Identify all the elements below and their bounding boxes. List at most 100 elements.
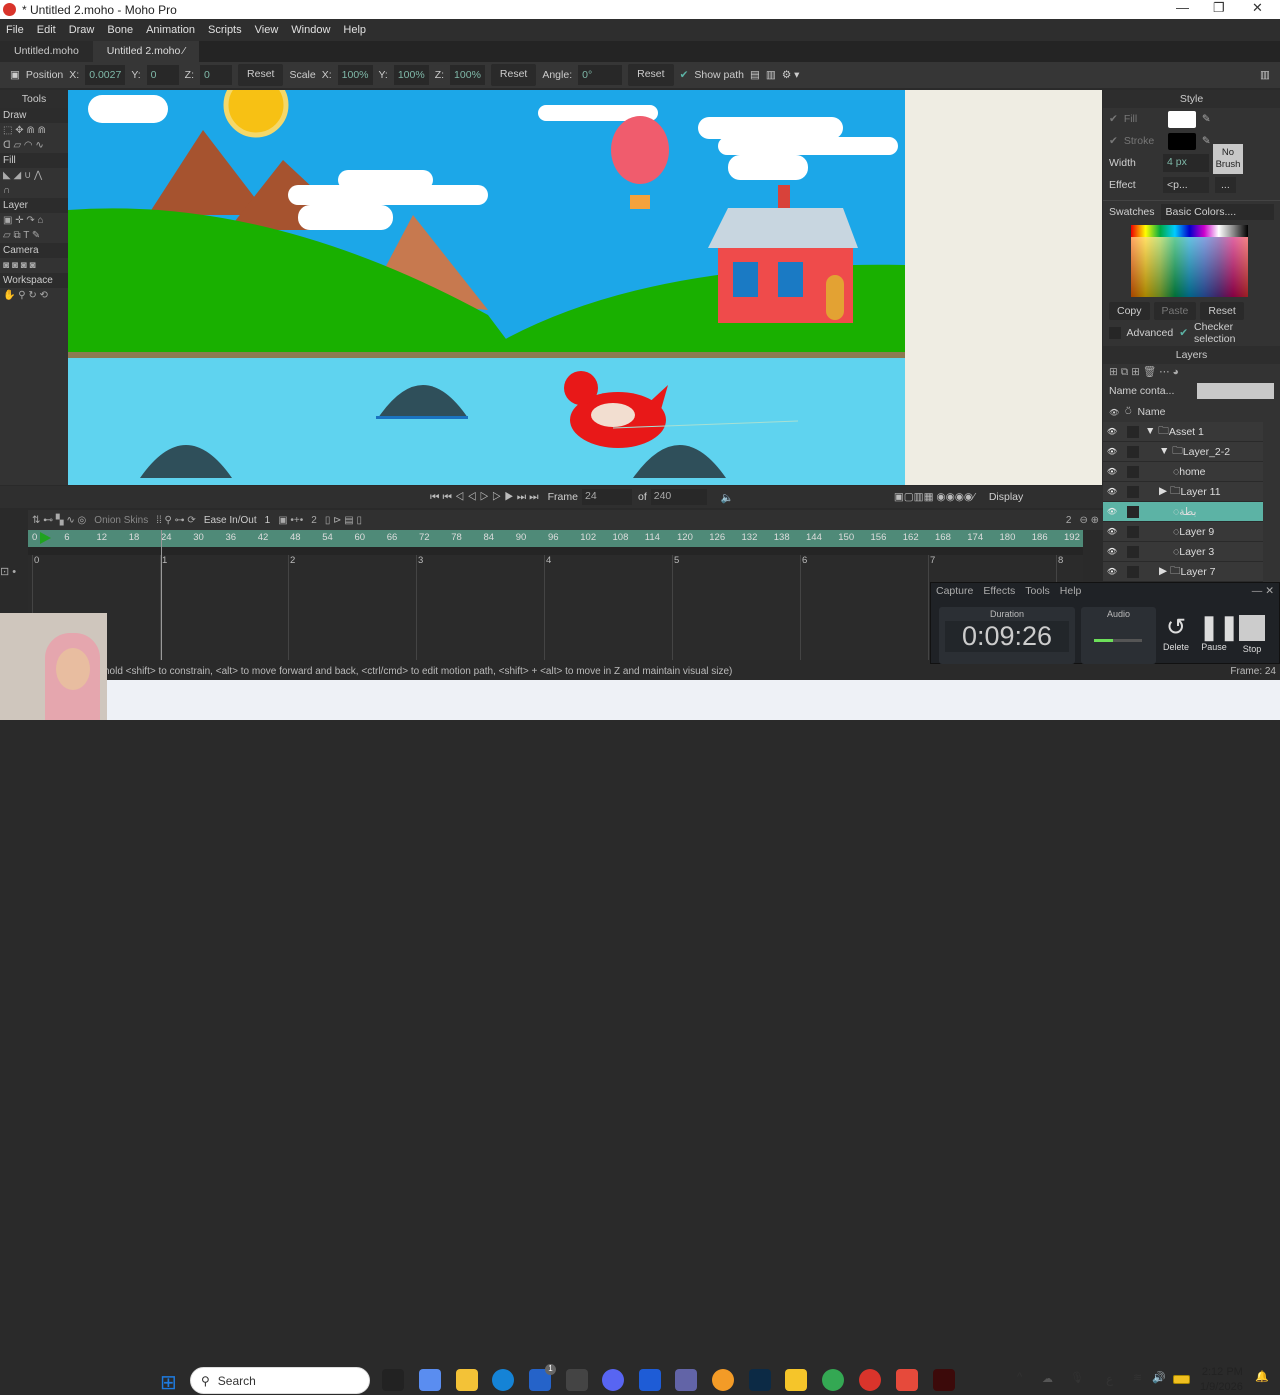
scene-canvas[interactable]: [68, 72, 905, 485]
recorder-menu-tools[interactable]: Tools: [1025, 585, 1050, 597]
panel-toggle-icon[interactable]: ▥: [1260, 69, 1270, 81]
scale-reset-button[interactable]: Reset: [490, 64, 537, 86]
reset-style-button[interactable]: Reset: [1200, 302, 1244, 320]
copy-swatch-button[interactable]: Copy: [1109, 302, 1150, 320]
zoom-icons[interactable]: ⊖ ⊕: [1079, 515, 1099, 526]
layer-checkbox[interactable]: [1127, 545, 1139, 558]
layer-expand-icon[interactable]: ▼ 🗀: [1145, 423, 1169, 441]
draw-tools-2[interactable]: ᗡ ▱ ◠ ∿: [0, 138, 68, 153]
file-explorer-icon[interactable]: [456, 1369, 478, 1391]
current-frame-line[interactable]: [161, 530, 162, 660]
menu-draw[interactable]: Draw: [69, 24, 95, 36]
visibility-icon[interactable]: 👁: [1103, 467, 1121, 476]
stop-icon[interactable]: [1239, 615, 1265, 641]
onion-skins-dropdown[interactable]: Onion Skins: [94, 515, 148, 526]
minimize-button[interactable]: —: [1176, 0, 1189, 15]
layer-row[interactable]: 👁 ◌ Layer 9: [1103, 522, 1263, 542]
frame-ruler[interactable]: 0 6 12 18 24 30 36 42 48 54 60 66 72 78 84 90 96 102 108 11…: [28, 530, 1083, 547]
visibility-icon[interactable]: 👁: [1103, 427, 1121, 436]
layer-filter-dropdown[interactable]: Name conta...: [1109, 385, 1191, 397]
close-button[interactable]: ✕: [1252, 0, 1263, 16]
layer-expand-icon[interactable]: ▶ 🗀: [1145, 483, 1181, 501]
menu-animation[interactable]: Animation: [146, 24, 195, 36]
keys-value[interactable]: 2: [311, 515, 317, 526]
playhead-marker[interactable]: [40, 532, 51, 544]
delete-button[interactable]: Delete: [1161, 642, 1191, 652]
position-y-input[interactable]: 0: [146, 65, 179, 85]
camera-tools[interactable]: ◙ ◙ ◙ ◙: [0, 258, 68, 273]
visibility-icon[interactable]: 👁: [1103, 447, 1121, 456]
scale-z-input[interactable]: 100%: [450, 65, 485, 85]
layer-checkbox[interactable]: [1127, 465, 1139, 478]
recorder-menu-effects[interactable]: Effects: [983, 585, 1015, 597]
wifi-icon[interactable]: ≋: [1133, 1371, 1142, 1384]
tab-untitled[interactable]: Untitled.moho: [0, 41, 93, 62]
layer-row[interactable]: 👁 ▼ 🗀 Asset 1: [1103, 422, 1263, 442]
layer-row[interactable]: 👁 ▶ 🗀 Layer 7: [1103, 562, 1263, 582]
view-mode-icons[interactable]: ▣▢▥▦ ◉◉◉◉⁄: [894, 491, 975, 503]
layer-row[interactable]: 👁 ▶ 🗀 Layer 11: [1103, 482, 1263, 502]
unity-icon[interactable]: [566, 1369, 588, 1391]
layer-expand-icon[interactable]: ▶ 🗀: [1145, 563, 1181, 581]
visibility-icon[interactable]: 👁: [1103, 487, 1121, 496]
layer-row[interactable]: 👁 ◌ بطة: [1103, 502, 1263, 522]
page-icon[interactable]: ▤: [750, 69, 760, 81]
menu-bone[interactable]: Bone: [107, 24, 133, 36]
position-reset-button[interactable]: Reset: [238, 64, 284, 86]
audio-level-meter[interactable]: [1094, 639, 1142, 642]
layer-expand-icon[interactable]: ◌: [1145, 466, 1179, 478]
microphone-icon[interactable]: 🎙: [1070, 1371, 1084, 1384]
visibility-icon[interactable]: 👁: [1103, 507, 1121, 516]
notifications-icon[interactable]: 🔔: [1255, 1370, 1269, 1383]
fill-color-swatch[interactable]: [1167, 110, 1196, 128]
teams-icon[interactable]: [675, 1369, 697, 1391]
recorder-menu-capture[interactable]: Capture: [936, 585, 973, 597]
sticky-notes-icon[interactable]: [785, 1369, 807, 1391]
effect-more-button[interactable]: ...: [1215, 177, 1236, 193]
layers-toolbar[interactable]: ⊞ ⧉ ⊞ 🗑 ⋯ ◕: [1103, 364, 1280, 380]
timeline-zoom-value[interactable]: 2: [1066, 515, 1072, 526]
timeline-lock-icon[interactable]: ⊡ •: [0, 565, 16, 578]
maximize-button[interactable]: ❐: [1213, 0, 1225, 16]
audio-icon[interactable]: 🔈: [721, 491, 734, 504]
position-z-input[interactable]: 0: [200, 65, 233, 85]
discord-icon[interactable]: [602, 1369, 624, 1391]
layer-checkbox[interactable]: [1127, 505, 1139, 518]
visibility-icon[interactable]: 👁: [1103, 547, 1121, 556]
angle-reset-button[interactable]: Reset: [628, 64, 674, 86]
show-path-checkbox[interactable]: ✔: [680, 69, 689, 81]
moho-taskbar-icon[interactable]: [859, 1369, 881, 1391]
start-button[interactable]: ⊞: [160, 1370, 177, 1395]
layer-expand-icon[interactable]: ◌: [1145, 546, 1179, 558]
clock[interactable]: 2:12 PM 1/9/2026: [1200, 1365, 1243, 1395]
edge-icon[interactable]: [492, 1369, 514, 1391]
menu-view[interactable]: View: [255, 24, 279, 36]
stroke-eyedropper-icon[interactable]: ✎: [1202, 135, 1211, 147]
visibility-icon[interactable]: 👁: [1103, 567, 1121, 576]
chrome-icon[interactable]: [822, 1369, 844, 1391]
timeline-tools-icons[interactable]: ⇅ ⊷ ▚ ∿ ◎: [32, 515, 86, 526]
scale-y-input[interactable]: 100%: [393, 65, 429, 85]
angle-input[interactable]: 0°: [578, 65, 623, 85]
menu-help[interactable]: Help: [343, 24, 366, 36]
recorder-close-button[interactable]: — ✕: [1252, 585, 1274, 597]
layer-filter-input[interactable]: [1197, 383, 1274, 399]
layer-checkbox[interactable]: [1127, 445, 1139, 458]
timeline-channels[interactable]: 0 12 3 4 5 6 78: [28, 530, 1083, 660]
layer-expand-icon[interactable]: ◌: [1145, 506, 1179, 518]
stroke-color-swatch[interactable]: [1167, 132, 1196, 150]
layer-checkbox[interactable]: [1127, 425, 1139, 438]
swatch-palette[interactable]: [1131, 225, 1248, 297]
copilot-icon[interactable]: [419, 1369, 441, 1391]
options-icon[interactable]: ⚙ ▾: [782, 69, 800, 81]
stroke-checkbox[interactable]: ✔: [1109, 135, 1118, 147]
visibility-icon[interactable]: 👁: [1103, 527, 1121, 536]
width-input[interactable]: 4 px: [1163, 154, 1209, 172]
ease-value[interactable]: 1: [265, 515, 271, 526]
layer-row[interactable]: 👁 ◌ home: [1103, 462, 1263, 482]
photoshop-icon[interactable]: [749, 1369, 771, 1391]
menu-file[interactable]: File: [6, 24, 24, 36]
frame-input[interactable]: 24: [581, 489, 632, 505]
position-x-input[interactable]: 0.0027: [85, 65, 126, 85]
layer-checkbox[interactable]: [1127, 485, 1139, 498]
